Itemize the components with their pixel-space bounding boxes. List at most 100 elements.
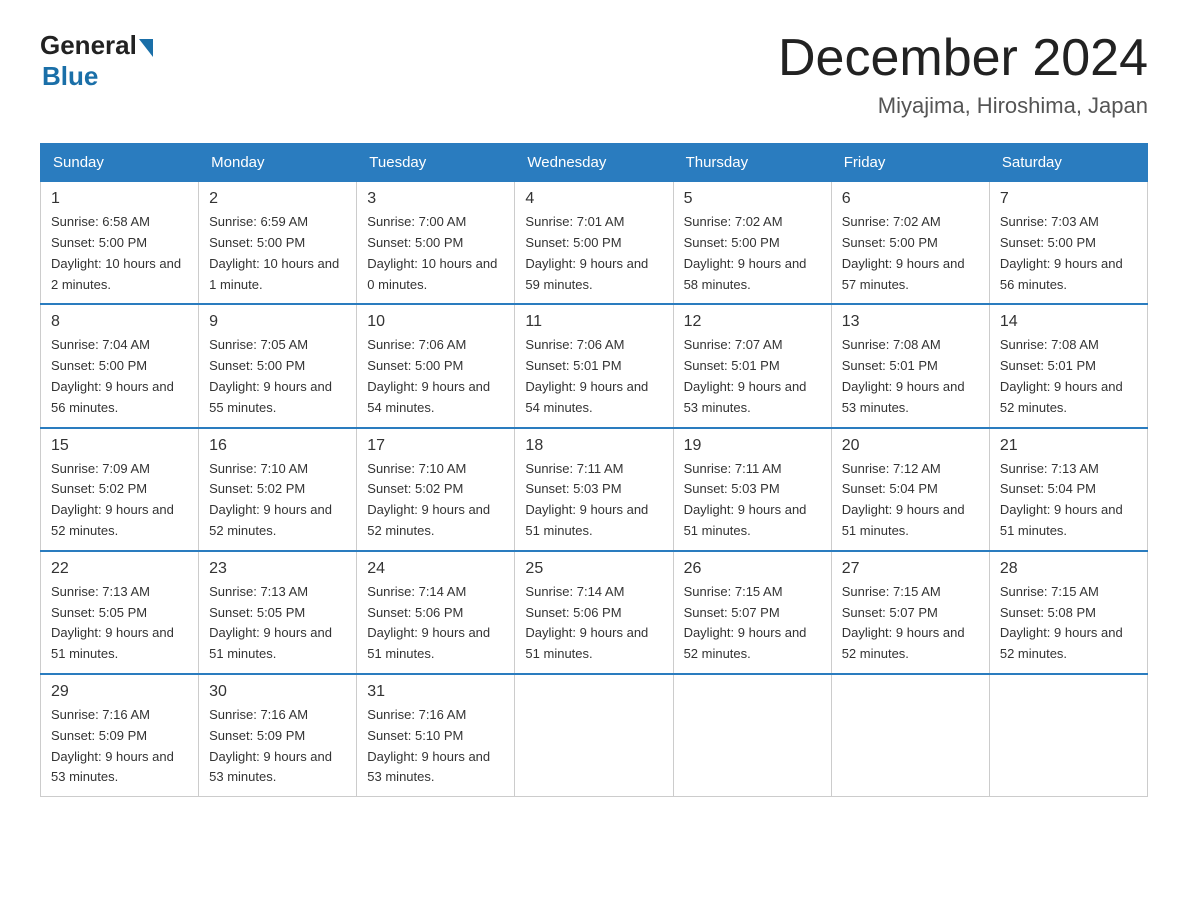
day-info: Sunrise: 7:02 AM Sunset: 5:00 PM Dayligh…	[842, 212, 979, 295]
day-info: Sunrise: 7:06 AM Sunset: 5:01 PM Dayligh…	[525, 335, 662, 418]
daylight-text: Daylight: 10 hours and 2 minutes.	[51, 256, 181, 292]
day-info: Sunrise: 7:14 AM Sunset: 5:06 PM Dayligh…	[367, 582, 504, 665]
day-number: 26	[684, 560, 821, 578]
sunset-text: Sunset: 5:00 PM	[367, 235, 463, 250]
calendar-week-1: 1 Sunrise: 6:58 AM Sunset: 5:00 PM Dayli…	[41, 182, 1148, 305]
daylight-text: Daylight: 9 hours and 53 minutes.	[842, 379, 965, 415]
day-info: Sunrise: 7:15 AM Sunset: 5:07 PM Dayligh…	[842, 582, 979, 665]
sunset-text: Sunset: 5:01 PM	[684, 358, 780, 373]
day-info: Sunrise: 7:13 AM Sunset: 5:05 PM Dayligh…	[51, 582, 188, 665]
sunset-text: Sunset: 5:02 PM	[367, 481, 463, 496]
sunset-text: Sunset: 5:05 PM	[209, 605, 305, 620]
calendar-cell: 30 Sunrise: 7:16 AM Sunset: 5:09 PM Dayl…	[199, 674, 357, 797]
day-info: Sunrise: 7:07 AM Sunset: 5:01 PM Dayligh…	[684, 335, 821, 418]
sunrise-text: Sunrise: 7:07 AM	[684, 337, 783, 352]
calendar-cell: 15 Sunrise: 7:09 AM Sunset: 5:02 PM Dayl…	[41, 428, 199, 551]
calendar-cell: 28 Sunrise: 7:15 AM Sunset: 5:08 PM Dayl…	[989, 551, 1147, 674]
calendar-cell: 29 Sunrise: 7:16 AM Sunset: 5:09 PM Dayl…	[41, 674, 199, 797]
day-info: Sunrise: 7:05 AM Sunset: 5:00 PM Dayligh…	[209, 335, 346, 418]
sunrise-text: Sunrise: 6:59 AM	[209, 214, 308, 229]
sunset-text: Sunset: 5:02 PM	[209, 481, 305, 496]
sunset-text: Sunset: 5:00 PM	[367, 358, 463, 373]
daylight-text: Daylight: 9 hours and 53 minutes.	[367, 749, 490, 785]
calendar-cell	[989, 674, 1147, 797]
day-info: Sunrise: 7:16 AM Sunset: 5:09 PM Dayligh…	[51, 705, 188, 788]
day-number: 29	[51, 683, 188, 701]
calendar-cell: 7 Sunrise: 7:03 AM Sunset: 5:00 PM Dayli…	[989, 182, 1147, 305]
sunset-text: Sunset: 5:06 PM	[367, 605, 463, 620]
weekday-header-friday: Friday	[831, 144, 989, 182]
daylight-text: Daylight: 9 hours and 59 minutes.	[525, 256, 648, 292]
day-info: Sunrise: 7:10 AM Sunset: 5:02 PM Dayligh…	[367, 459, 504, 542]
sunset-text: Sunset: 5:09 PM	[51, 728, 147, 743]
calendar-cell: 9 Sunrise: 7:05 AM Sunset: 5:00 PM Dayli…	[199, 304, 357, 427]
sunrise-text: Sunrise: 7:09 AM	[51, 461, 150, 476]
day-number: 8	[51, 313, 188, 331]
day-number: 21	[1000, 437, 1137, 455]
calendar-cell: 26 Sunrise: 7:15 AM Sunset: 5:07 PM Dayl…	[673, 551, 831, 674]
calendar-week-5: 29 Sunrise: 7:16 AM Sunset: 5:09 PM Dayl…	[41, 674, 1148, 797]
sunrise-text: Sunrise: 7:12 AM	[842, 461, 941, 476]
sunrise-text: Sunrise: 7:13 AM	[209, 584, 308, 599]
sunset-text: Sunset: 5:00 PM	[525, 235, 621, 250]
title-section: December 2024 Miyajima, Hiroshima, Japan	[778, 30, 1148, 119]
calendar-week-4: 22 Sunrise: 7:13 AM Sunset: 5:05 PM Dayl…	[41, 551, 1148, 674]
calendar-cell: 20 Sunrise: 7:12 AM Sunset: 5:04 PM Dayl…	[831, 428, 989, 551]
daylight-text: Daylight: 9 hours and 52 minutes.	[684, 625, 807, 661]
daylight-text: Daylight: 9 hours and 56 minutes.	[51, 379, 174, 415]
sunset-text: Sunset: 5:05 PM	[51, 605, 147, 620]
calendar-cell: 6 Sunrise: 7:02 AM Sunset: 5:00 PM Dayli…	[831, 182, 989, 305]
sunset-text: Sunset: 5:00 PM	[684, 235, 780, 250]
sunset-text: Sunset: 5:00 PM	[51, 235, 147, 250]
daylight-text: Daylight: 9 hours and 52 minutes.	[51, 502, 174, 538]
daylight-text: Daylight: 9 hours and 52 minutes.	[367, 502, 490, 538]
day-number: 22	[51, 560, 188, 578]
calendar-cell: 21 Sunrise: 7:13 AM Sunset: 5:04 PM Dayl…	[989, 428, 1147, 551]
day-number: 19	[684, 437, 821, 455]
logo-general-text: General	[40, 30, 137, 61]
daylight-text: Daylight: 9 hours and 56 minutes.	[1000, 256, 1123, 292]
sunset-text: Sunset: 5:10 PM	[367, 728, 463, 743]
daylight-text: Daylight: 9 hours and 53 minutes.	[209, 749, 332, 785]
sunset-text: Sunset: 5:01 PM	[842, 358, 938, 373]
day-info: Sunrise: 7:03 AM Sunset: 5:00 PM Dayligh…	[1000, 212, 1137, 295]
calendar-week-2: 8 Sunrise: 7:04 AM Sunset: 5:00 PM Dayli…	[41, 304, 1148, 427]
weekday-header-sunday: Sunday	[41, 144, 199, 182]
weekday-header-saturday: Saturday	[989, 144, 1147, 182]
day-info: Sunrise: 7:15 AM Sunset: 5:07 PM Dayligh…	[684, 582, 821, 665]
calendar-cell: 17 Sunrise: 7:10 AM Sunset: 5:02 PM Dayl…	[357, 428, 515, 551]
day-info: Sunrise: 6:59 AM Sunset: 5:00 PM Dayligh…	[209, 212, 346, 295]
calendar-cell: 27 Sunrise: 7:15 AM Sunset: 5:07 PM Dayl…	[831, 551, 989, 674]
calendar-cell	[515, 674, 673, 797]
logo-blue-text: Blue	[42, 61, 98, 92]
calendar-cell: 3 Sunrise: 7:00 AM Sunset: 5:00 PM Dayli…	[357, 182, 515, 305]
day-info: Sunrise: 7:09 AM Sunset: 5:02 PM Dayligh…	[51, 459, 188, 542]
daylight-text: Daylight: 9 hours and 51 minutes.	[525, 502, 648, 538]
daylight-text: Daylight: 9 hours and 51 minutes.	[525, 625, 648, 661]
daylight-text: Daylight: 9 hours and 58 minutes.	[684, 256, 807, 292]
sunset-text: Sunset: 5:07 PM	[842, 605, 938, 620]
sunrise-text: Sunrise: 7:10 AM	[367, 461, 466, 476]
sunrise-text: Sunrise: 7:14 AM	[525, 584, 624, 599]
day-number: 2	[209, 190, 346, 208]
day-number: 7	[1000, 190, 1137, 208]
month-title: December 2024	[778, 30, 1148, 87]
calendar-cell	[673, 674, 831, 797]
sunrise-text: Sunrise: 7:15 AM	[842, 584, 941, 599]
day-number: 12	[684, 313, 821, 331]
sunrise-text: Sunrise: 7:02 AM	[842, 214, 941, 229]
sunrise-text: Sunrise: 7:14 AM	[367, 584, 466, 599]
sunrise-text: Sunrise: 7:03 AM	[1000, 214, 1099, 229]
daylight-text: Daylight: 9 hours and 51 minutes.	[209, 625, 332, 661]
sunrise-text: Sunrise: 7:00 AM	[367, 214, 466, 229]
day-info: Sunrise: 7:08 AM Sunset: 5:01 PM Dayligh…	[1000, 335, 1137, 418]
sunrise-text: Sunrise: 7:06 AM	[525, 337, 624, 352]
calendar-cell: 1 Sunrise: 6:58 AM Sunset: 5:00 PM Dayli…	[41, 182, 199, 305]
day-number: 5	[684, 190, 821, 208]
day-info: Sunrise: 7:13 AM Sunset: 5:04 PM Dayligh…	[1000, 459, 1137, 542]
day-number: 23	[209, 560, 346, 578]
day-number: 30	[209, 683, 346, 701]
logo: General Blue	[40, 30, 155, 92]
calendar-cell: 22 Sunrise: 7:13 AM Sunset: 5:05 PM Dayl…	[41, 551, 199, 674]
day-number: 17	[367, 437, 504, 455]
